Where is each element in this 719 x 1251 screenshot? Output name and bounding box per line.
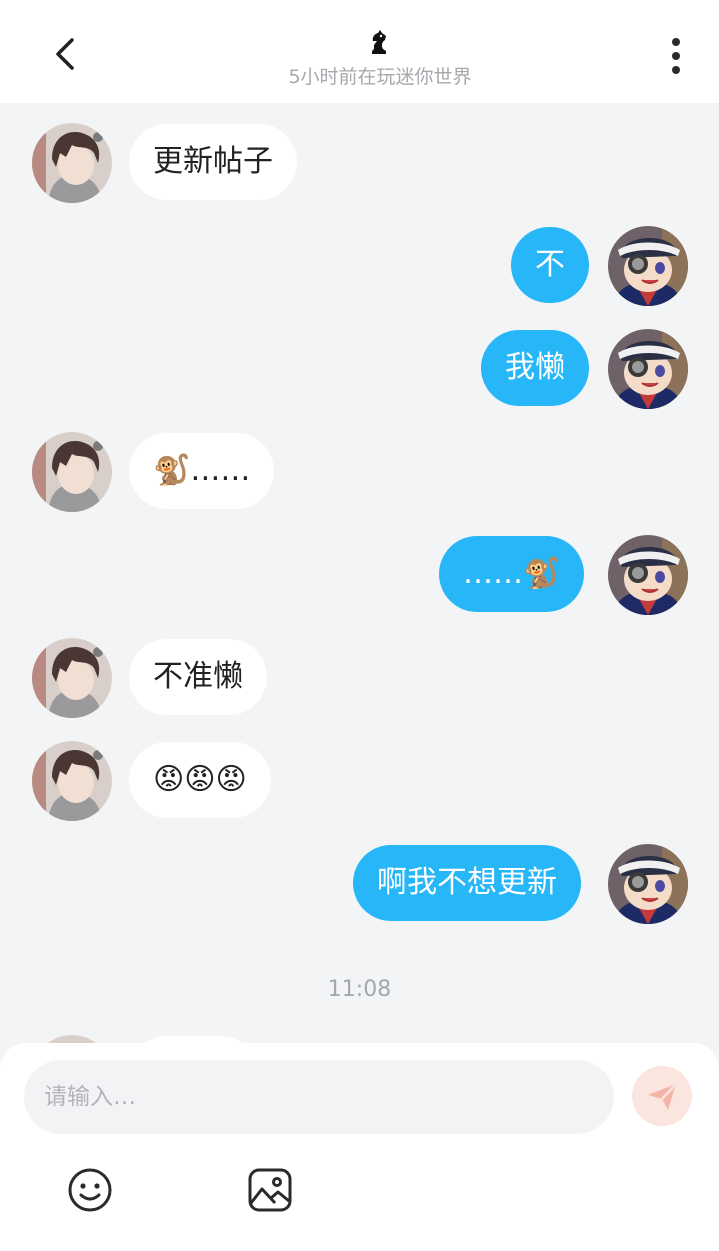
image-button[interactable] [247, 1167, 293, 1213]
time-divider: 11:08 [327, 977, 392, 1002]
emoji-button[interactable] [67, 1167, 113, 1213]
send-button[interactable] [632, 1066, 692, 1126]
message-bubble-incoming[interactable]: 更新帖子 [129, 124, 297, 200]
message-bubble-incoming[interactable]: 不准懒 [129, 639, 267, 715]
contact-avatar[interactable] [32, 741, 112, 821]
message-bubble-incoming[interactable]: 🐒…… [129, 433, 275, 509]
image-icon [248, 1168, 292, 1212]
message-bubble-outgoing[interactable]: 我懒 [481, 330, 589, 406]
user-avatar[interactable] [608, 226, 688, 306]
contact-avatar[interactable] [32, 432, 112, 512]
more-dot-icon [672, 52, 680, 60]
message-list[interactable]: 更新帖子 不 我懒 🐒…… ……🐒 不准懒 😡😡😡 啊我不想更新 11:08 [0, 103, 719, 1048]
message-composer [0, 1043, 719, 1251]
more-options-button[interactable] [660, 34, 692, 78]
more-dot-icon [672, 66, 680, 74]
message-bubble-outgoing[interactable]: 不 [511, 227, 589, 303]
user-avatar[interactable] [608, 329, 688, 409]
message-bubble-outgoing[interactable]: ……🐒 [439, 536, 585, 612]
message-bubble-incoming[interactable]: 😡😡😡 [129, 742, 271, 818]
send-icon [648, 1083, 677, 1110]
user-avatar[interactable] [608, 844, 688, 924]
chess-knight-icon [372, 30, 386, 54]
message-bubble-outgoing[interactable]: 啊我不想更新 [353, 845, 581, 921]
more-dot-icon [672, 38, 680, 46]
contact-avatar[interactable] [32, 123, 112, 203]
chat-header: 5小时前在玩迷你世界 [0, 0, 719, 103]
message-input[interactable] [24, 1060, 614, 1134]
contact-status: 5小时前在玩迷你世界 [288, 66, 472, 88]
user-avatar[interactable] [608, 535, 688, 615]
emoji-icon [68, 1168, 112, 1212]
contact-avatar[interactable] [32, 638, 112, 718]
